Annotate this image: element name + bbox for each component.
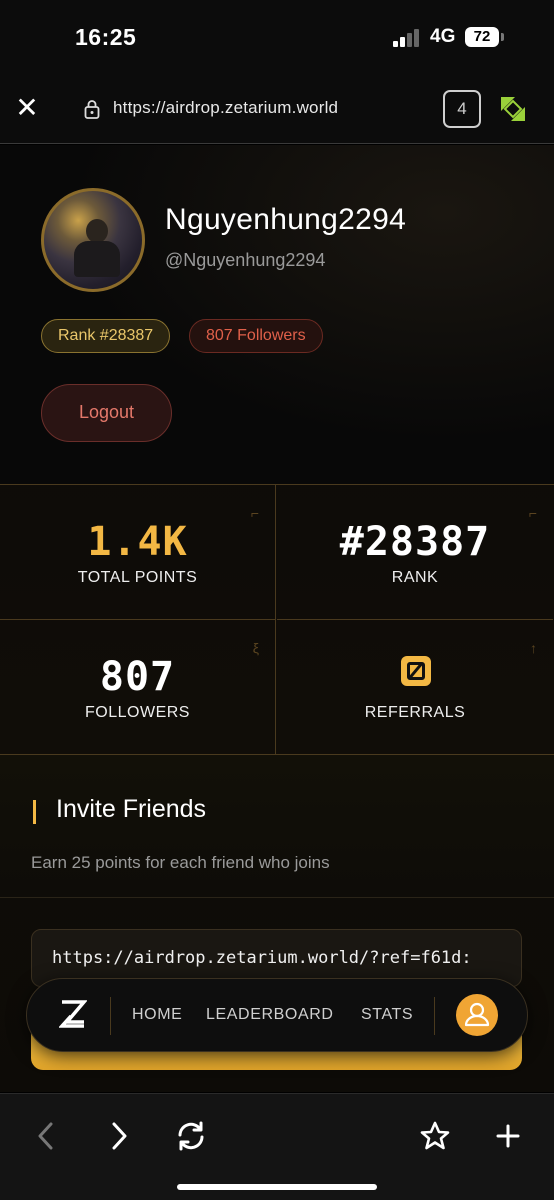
user-icon bbox=[464, 1002, 490, 1027]
nav-home[interactable]: HOME bbox=[132, 1006, 182, 1024]
stat-label: REFERRALS bbox=[364, 704, 466, 721]
title-accent-bar bbox=[33, 800, 36, 824]
signal-icon bbox=[393, 29, 423, 47]
stat-value: 1.4K bbox=[87, 519, 188, 565]
avatar[interactable] bbox=[41, 188, 145, 292]
nav-divider bbox=[434, 997, 435, 1035]
referral-link[interactable]: https://airdrop.zetarium.world/?ref=f61d… bbox=[52, 948, 472, 968]
zetarium-logo-icon[interactable] bbox=[59, 999, 87, 1029]
browser-address-bar: ✕ https://airdrop.zetarium.world 4 bbox=[0, 76, 554, 144]
invite-section: Invite Friends Earn 25 points for each f… bbox=[0, 755, 554, 898]
floating-nav: HOME LEADERBOARD STATS bbox=[26, 978, 528, 1052]
username: Nguyenhung2294 bbox=[165, 203, 407, 236]
browser-toolbar bbox=[0, 1093, 554, 1200]
stat-total-points: ⌐ 1.4K TOTAL POINTS bbox=[0, 485, 276, 620]
nav-divider bbox=[110, 997, 111, 1035]
network-type: 4G bbox=[430, 26, 456, 47]
lock-icon bbox=[84, 100, 100, 119]
referral-icon bbox=[401, 656, 431, 686]
stat-label: RANK bbox=[391, 569, 439, 586]
status-bar: 16:25 4G 72 bbox=[0, 0, 554, 76]
tabs-button[interactable]: 4 bbox=[443, 90, 481, 128]
star-icon[interactable] bbox=[415, 1116, 455, 1156]
stat-label: FOLLOWERS bbox=[85, 704, 190, 721]
stat-rank: ⌐ #28387 RANK bbox=[277, 485, 553, 620]
close-icon[interactable]: ✕ bbox=[12, 93, 42, 123]
stat-value: 807 bbox=[99, 654, 176, 700]
stat-followers: ξ 807 FOLLOWERS bbox=[0, 620, 276, 755]
battery-icon: 72 bbox=[465, 27, 499, 47]
decor-mark-icon: ↑ bbox=[530, 640, 537, 656]
url-text[interactable]: https://airdrop.zetarium.world bbox=[113, 98, 338, 118]
followers-badge: 807 Followers bbox=[189, 319, 323, 353]
page-content: Nguyenhung2294 @Nguyenhung2294 Rank #283… bbox=[0, 145, 554, 1092]
user-handle: @Nguyenhung2294 bbox=[165, 250, 326, 270]
plus-icon[interactable] bbox=[488, 1116, 528, 1156]
status-time: 16:25 bbox=[75, 24, 137, 50]
stat-referrals: ↑ REFERRALS bbox=[277, 620, 553, 755]
forward-icon[interactable] bbox=[99, 1116, 139, 1156]
back-icon[interactable] bbox=[26, 1116, 66, 1156]
invite-title: Invite Friends bbox=[56, 795, 207, 823]
home-indicator[interactable] bbox=[177, 1184, 377, 1190]
logout-button[interactable]: Logout bbox=[41, 384, 172, 442]
extension-icon[interactable] bbox=[499, 95, 527, 123]
nav-leaderboard[interactable]: LEADERBOARD bbox=[206, 1006, 334, 1024]
reload-icon[interactable] bbox=[171, 1116, 211, 1156]
invite-subtitle: Earn 25 points for each friend who joins bbox=[31, 853, 330, 872]
rank-badge: Rank #28387 bbox=[41, 319, 171, 353]
profile-button[interactable] bbox=[456, 994, 498, 1036]
stat-value: #28387 bbox=[339, 519, 491, 565]
stat-label: TOTAL POINTS bbox=[77, 569, 198, 586]
stats-grid: ⌐ 1.4K TOTAL POINTS ⌐ #28387 RANK ξ 807 … bbox=[0, 484, 554, 755]
nav-stats[interactable]: STATS bbox=[361, 1006, 413, 1024]
profile-section: Nguyenhung2294 @Nguyenhung2294 Rank #283… bbox=[0, 145, 554, 484]
battery-tip bbox=[501, 33, 504, 41]
